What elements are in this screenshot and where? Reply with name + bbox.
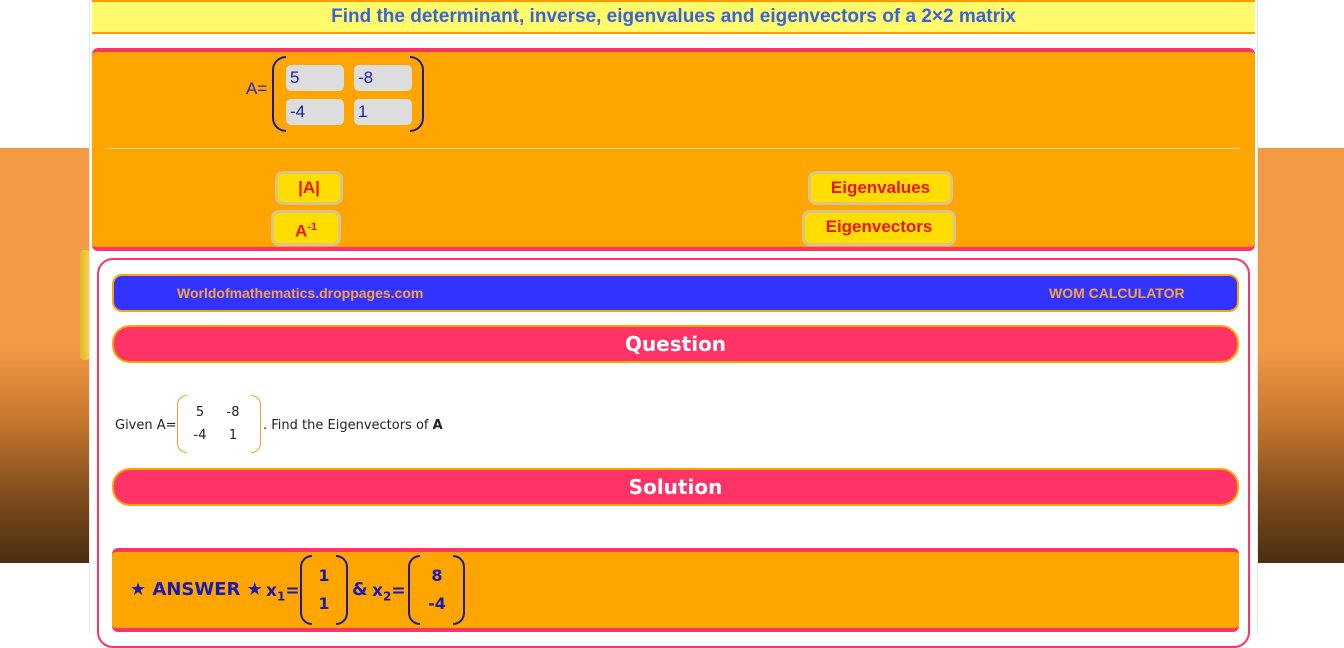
- matrix-cell-a21[interactable]: -4: [286, 99, 344, 125]
- x1-right-paren: [336, 555, 348, 625]
- page-title: Find the determinant, inverse, eigenvalu…: [92, 0, 1255, 34]
- x1-label: x1=: [266, 581, 300, 603]
- matrix-cell-a12[interactable]: -8: [354, 65, 412, 91]
- x1-var: x: [266, 581, 277, 601]
- site-banner: Worldofmathematics.droppages.com WOM CAL…: [112, 274, 1239, 312]
- matrix-left-paren: [272, 56, 286, 132]
- answer-ampersand: &: [352, 579, 368, 600]
- determinant-button-label: |A|: [298, 178, 320, 197]
- x2-var: x: [372, 581, 383, 601]
- x2-bottom: -4: [428, 594, 446, 613]
- question-m11: 5: [195, 405, 205, 420]
- eigenvalues-button[interactable]: Eigenvalues: [808, 171, 953, 205]
- matrix-label: A=: [246, 79, 268, 98]
- question-matrix-right-paren: [251, 395, 261, 453]
- matrix-cell-a11[interactable]: 5: [286, 65, 344, 91]
- solution-heading: Solution: [112, 468, 1239, 506]
- background-left: [0, 148, 89, 563]
- inverse-button-sup: -1: [307, 221, 318, 233]
- calculator-page: Find the determinant, inverse, eigenvalu…: [89, 0, 1258, 648]
- matrix-input-panel: A= 5 -8 -4 1 |A| A-1 Eigenvalues Eigenve…: [92, 48, 1255, 251]
- inverse-button[interactable]: A-1: [271, 210, 341, 246]
- question-m21: -4: [193, 428, 207, 443]
- question-heading: Question: [112, 325, 1239, 363]
- question-given: Given A=: [115, 418, 177, 433]
- question-matrix-left-paren: [177, 395, 187, 453]
- x2-left-paren: [408, 555, 420, 625]
- eigenvalues-button-label: Eigenvalues: [830, 178, 931, 197]
- x2-right-paren: [453, 555, 465, 625]
- question-task-bold: A: [432, 418, 443, 433]
- x1-bottom: 1: [318, 594, 330, 613]
- x1-top: 1: [318, 566, 330, 585]
- matrix-cell-a22[interactable]: 1: [354, 99, 412, 125]
- question-task-prefix: . Find the Eigenvectors of: [263, 418, 433, 433]
- result-panel: Worldofmathematics.droppages.com WOM CAL…: [97, 258, 1250, 648]
- question-task: . Find the Eigenvectors of A: [263, 418, 443, 433]
- matrix-right-paren: [410, 56, 424, 132]
- answer-box: ★ ANSWER ★ x1= 1 1 & x2= 8 -4: [112, 548, 1239, 632]
- background-right: [1256, 148, 1344, 563]
- inverse-button-label: A: [294, 221, 308, 241]
- determinant-button[interactable]: |A|: [275, 171, 343, 205]
- question-m22: 1: [228, 428, 238, 443]
- eigenvectors-button-label: Eigenvectors: [825, 217, 933, 236]
- x1-eq: =: [285, 581, 300, 601]
- x2-label: x2=: [372, 581, 406, 603]
- answer-label: ★ ANSWER ★: [130, 579, 263, 600]
- site-link[interactable]: Worldofmathematics.droppages.com: [177, 276, 423, 310]
- panel-divider: [107, 148, 1240, 149]
- x2-eq: =: [391, 581, 406, 601]
- question-m12: -8: [226, 405, 240, 420]
- brand-label: WOM CALCULATOR: [1049, 285, 1185, 301]
- eigenvectors-button[interactable]: Eigenvectors: [802, 210, 956, 246]
- x2-top: 8: [431, 566, 443, 585]
